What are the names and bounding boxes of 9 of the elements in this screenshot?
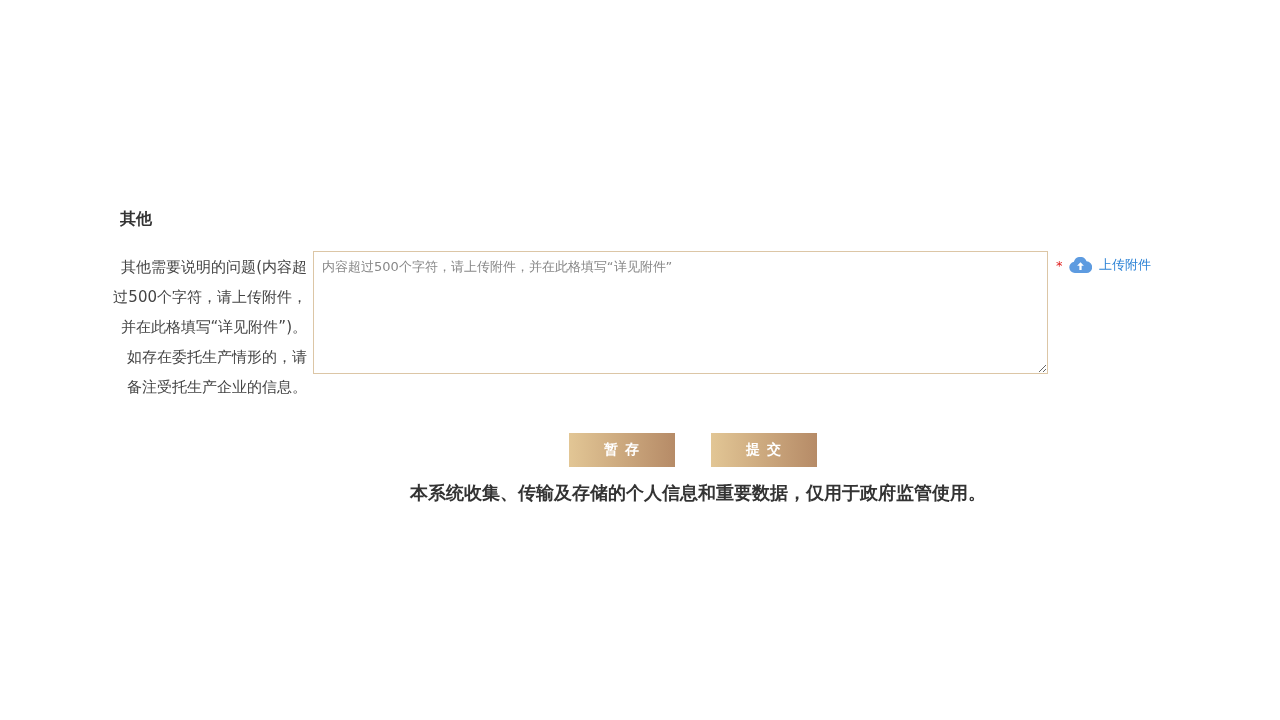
privacy-notice: 本系统收集、传输及存储的个人信息和重要数据，仅用于政府监管使用。 xyxy=(410,481,986,505)
required-mark: * xyxy=(1056,257,1063,273)
text-area[interactable]: 内容超过500个字符，请上传附件，并在此格填写“详见附件” xyxy=(313,251,1048,374)
form-button[interactable]: 提 交 xyxy=(711,433,817,467)
form-button[interactable]: 暂 存 xyxy=(569,433,675,467)
upload-link[interactable]: 上传附件 xyxy=(1068,256,1151,274)
cloud-upload-icon xyxy=(1068,257,1092,273)
field-label: 其他需要说明的问题(内容超过500个字符，请上传附件，并在此格填写“详见附件”)。如存在委托生产情形的，请备注受托生产企业的信息。 xyxy=(113,257,307,398)
section-title: 其他 xyxy=(120,208,152,230)
